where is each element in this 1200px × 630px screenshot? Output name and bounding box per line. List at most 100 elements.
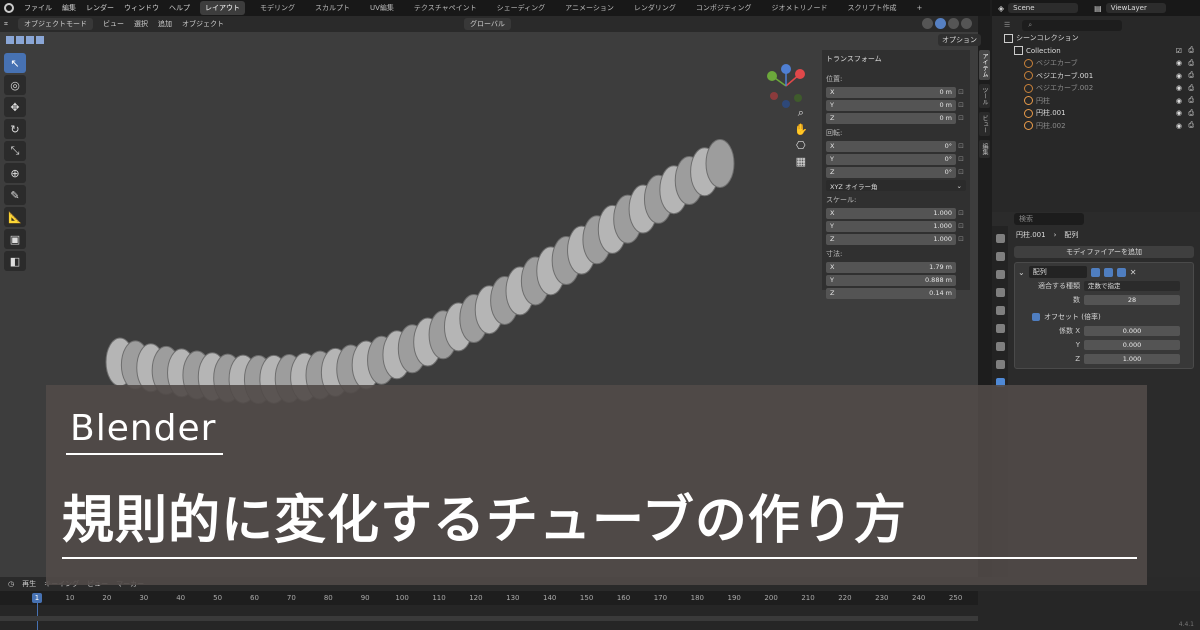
viewport-menu-view[interactable]: ビュー	[103, 19, 124, 29]
timeline[interactable]: 10 20 30 40 50 60 70 80 90 100 110 120 130 140 150 160 1…	[0, 591, 978, 630]
chevron-down-icon[interactable]: ⌄	[1018, 268, 1025, 277]
dimensions-y-field[interactable]: Y 0.888 m	[826, 274, 956, 286]
viewport-menu-object[interactable]: オブジェクト	[182, 19, 224, 29]
workspace-tab-compositing[interactable]: コンポジティング	[691, 1, 757, 15]
lock-icon[interactable]: ⊡	[956, 235, 966, 243]
rotation-y-field[interactable]: Y 0°	[826, 153, 956, 165]
rotation-z-field[interactable]: Z 0°	[826, 166, 956, 178]
viewport-toggle-icon[interactable]	[1103, 267, 1113, 277]
workspace-tab-texture-paint[interactable]: テクスチャペイント	[409, 1, 482, 15]
fit-type-dropdown[interactable]: 定数で指定	[1084, 281, 1180, 291]
lock-icon[interactable]: ⊡	[956, 168, 966, 176]
menu-file[interactable]: ファイル	[24, 3, 52, 13]
count-field[interactable]: 28	[1084, 295, 1180, 305]
camera-icon[interactable]: ⎙	[1188, 59, 1194, 68]
scene-selector[interactable]: Scene	[1008, 3, 1079, 13]
tab-item[interactable]: アイテム	[979, 50, 990, 80]
lock-icon[interactable]: ⊡	[956, 114, 966, 122]
material-shading-icon[interactable]	[948, 18, 959, 29]
dimensions-x-field[interactable]: X 1.79 m	[826, 261, 956, 273]
render-properties-icon[interactable]	[995, 252, 1005, 261]
workspace-tab-modeling[interactable]: モデリング	[255, 1, 300, 15]
edit-mode-toggle-icon[interactable]	[1090, 267, 1100, 277]
workspace-tab-sculpt[interactable]: スカルプト	[310, 1, 355, 15]
add-modifier-button[interactable]: モディファイアーを追加	[1014, 246, 1194, 258]
outliner-filter-icon[interactable]: ☰	[998, 20, 1016, 30]
view-layer-icon[interactable]: ▤	[1094, 4, 1102, 13]
scale-tool-icon[interactable]: ⤡	[4, 141, 26, 161]
timeline-editor-icon[interactable]: ◷	[8, 580, 14, 588]
outliner-item[interactable]: 円柱.001 ◉ ⎙	[992, 107, 1200, 120]
eye-icon[interactable]: ◉	[1176, 84, 1182, 92]
outliner-item[interactable]: ベジエカーブ ◉ ⎙	[992, 57, 1200, 70]
options-dropdown[interactable]: オプション	[938, 34, 981, 46]
camera-icon[interactable]: ⎙	[1188, 84, 1194, 93]
eye-icon[interactable]: ◉	[1176, 109, 1182, 117]
view-layer-properties-icon[interactable]	[995, 288, 1005, 297]
blender-logo-icon[interactable]	[4, 3, 14, 13]
move-tool-icon[interactable]: ✥	[4, 97, 26, 117]
factor-y-field[interactable]: 0.000	[1084, 340, 1180, 350]
select-box-tool-icon[interactable]: ↖	[4, 53, 26, 73]
menu-window[interactable]: ウィンドウ	[124, 3, 159, 13]
modifier-name-field[interactable]: 配列	[1028, 266, 1087, 278]
object-properties-icon[interactable]	[995, 360, 1005, 369]
lock-icon[interactable]: ⊡	[956, 101, 966, 109]
scale-y-field[interactable]: Y 1.000	[826, 220, 956, 232]
render-toggle-icon[interactable]	[1116, 267, 1126, 277]
rotate-tool-icon[interactable]: ↻	[4, 119, 26, 139]
eye-icon[interactable]: ◉	[1176, 122, 1182, 130]
outliner-item[interactable]: 円柱 ◉ ⎙	[992, 95, 1200, 108]
workspace-tab-layout[interactable]: レイアウト	[200, 1, 245, 15]
camera-icon[interactable]: ⎙	[1188, 71, 1194, 80]
tool-properties-icon[interactable]	[995, 234, 1005, 243]
tab-tool[interactable]: ツール	[979, 84, 990, 108]
timeline-menu-playback[interactable]: 再生	[22, 579, 36, 589]
measure-tool-icon[interactable]: 📐	[4, 207, 26, 227]
close-icon[interactable]: ✕	[1130, 268, 1137, 277]
perspective-grid-icon[interactable]: ▦	[794, 155, 808, 168]
location-z-field[interactable]: Z0 m	[826, 112, 956, 124]
scene-icon[interactable]: ◈	[998, 4, 1004, 13]
menu-help[interactable]: ヘルプ	[169, 3, 190, 13]
zoom-icon[interactable]: ⌕	[794, 106, 808, 120]
rendered-shading-icon[interactable]	[961, 18, 972, 29]
factor-x-field[interactable]: 0.000	[1084, 326, 1180, 336]
add-cube-tool-icon[interactable]: ▣	[4, 229, 26, 249]
timeline-scrollbar[interactable]	[0, 616, 978, 621]
lock-icon[interactable]: ⊡	[956, 142, 966, 150]
eye-icon[interactable]: ◉	[1176, 59, 1182, 67]
camera-icon[interactable]: ⎙	[1188, 96, 1194, 105]
view-layer-selector[interactable]: ViewLayer	[1105, 3, 1166, 13]
lock-icon[interactable]: ⊡	[956, 209, 966, 217]
cursor-tool-icon[interactable]: ◎	[4, 75, 26, 95]
transform-orientation-dropdown[interactable]: グローバル	[463, 18, 511, 30]
add-workspace-button[interactable]: +	[912, 2, 928, 14]
location-x-field[interactable]: X0 m	[826, 86, 956, 98]
viewport-menu-select[interactable]: 選択	[134, 19, 148, 29]
collection-properties-icon[interactable]	[995, 342, 1005, 351]
navigation-gizmo[interactable]	[764, 64, 808, 108]
workspace-tab-animation[interactable]: アニメーション	[560, 1, 619, 15]
viewport-menu-add[interactable]: 追加	[158, 19, 172, 29]
editor-type-icon[interactable]: ⌗	[4, 20, 8, 29]
mode-dropdown[interactable]: オブジェクトモード	[17, 18, 93, 30]
annotate-tool-icon[interactable]: ✎	[4, 185, 26, 205]
current-frame-indicator[interactable]: 1	[32, 593, 42, 603]
camera-icon[interactable]: ⎙	[1188, 46, 1194, 55]
wireframe-shading-icon[interactable]	[922, 18, 933, 29]
solid-shading-icon[interactable]	[935, 18, 946, 29]
tab-view[interactable]: ビュー	[979, 112, 990, 136]
scale-z-field[interactable]: Z 1.000	[826, 233, 956, 245]
workspace-tab-scripting[interactable]: スクリプト作成	[843, 1, 902, 15]
outliner-search-input[interactable]: ⌕	[1022, 19, 1123, 31]
add-object-tool-icon[interactable]: ◧	[4, 251, 26, 271]
outliner-item[interactable]: 円柱.002 ◉ ⎙	[992, 120, 1200, 133]
camera-icon[interactable]: ⎙	[1188, 109, 1194, 118]
lock-icon[interactable]: ⊡	[956, 222, 966, 230]
scene-properties-icon[interactable]	[995, 306, 1005, 315]
outliner-item[interactable]: ベジエカーブ.001 ◉ ⎙	[992, 70, 1200, 83]
rotation-mode-dropdown[interactable]: XYZ オイラー角 ⌄	[826, 180, 966, 191]
pan-hand-icon[interactable]: ✋	[794, 123, 808, 136]
factor-z-field[interactable]: 1.000	[1084, 354, 1180, 364]
